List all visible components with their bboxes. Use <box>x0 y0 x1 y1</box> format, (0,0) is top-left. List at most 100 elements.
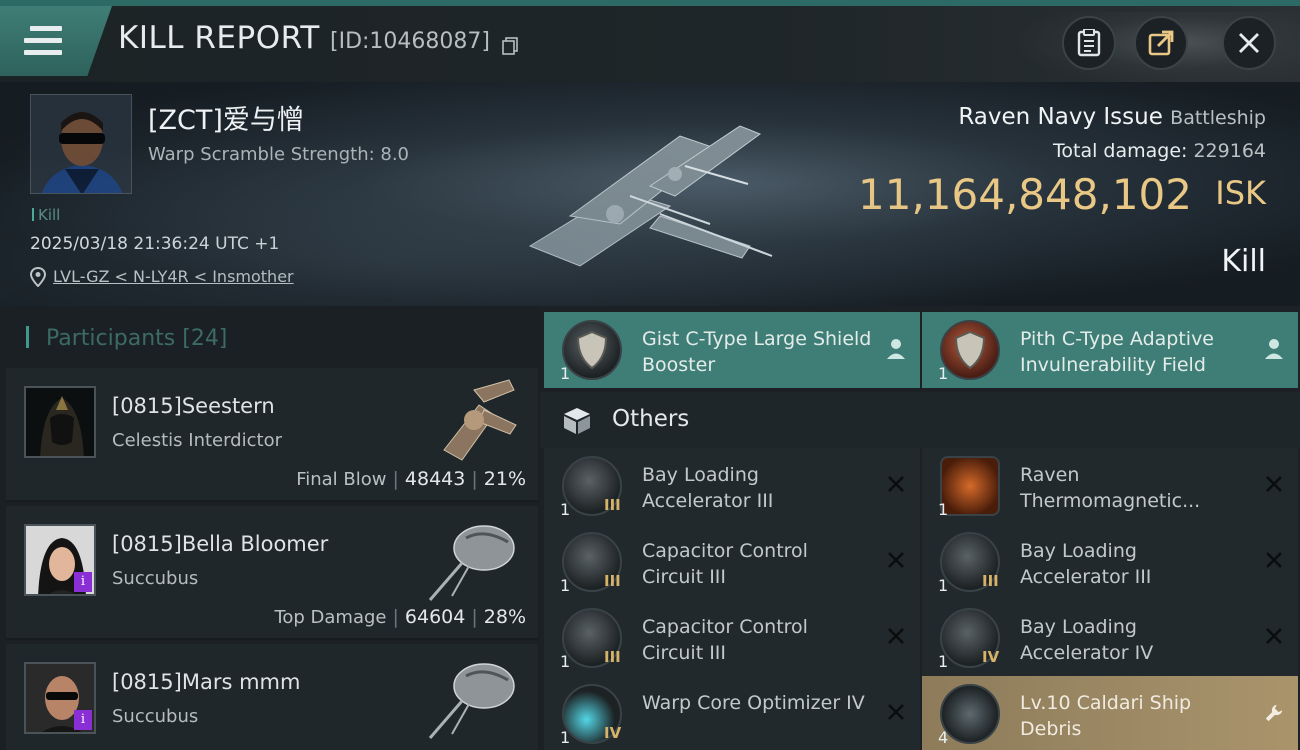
item-quantity: 1 <box>560 364 571 383</box>
destroyed-x-icon <box>1266 552 1282 568</box>
item-tier: IV <box>604 724 622 742</box>
participants-header: Participants [24] <box>26 326 227 351</box>
item-tier: III <box>982 572 999 590</box>
participant-ship-image <box>428 525 515 601</box>
dropped-item[interactable]: 1 IV Bay Loading Accelerator IV <box>922 600 1298 676</box>
participant-ship-image <box>428 663 515 739</box>
participant-row[interactable]: i [0815]Bella Bloomer Succubus Top Damag… <box>6 506 538 640</box>
others-section-header: Others <box>540 392 1300 448</box>
item-name: Bay Loading Accelerator IV <box>1020 616 1154 664</box>
clipboard-icon <box>1077 29 1101 57</box>
wrench-icon <box>1265 704 1283 722</box>
victim-ship[interactable]: Raven Navy Issue Battleship <box>958 104 1266 130</box>
close-icon <box>1239 33 1259 53</box>
cargo-box-icon <box>564 408 590 434</box>
victim-portrait[interactable] <box>30 94 132 194</box>
item-name: Capacitor Control Circuit III <box>642 540 808 588</box>
item-name: Warp Core Optimizer IV <box>642 692 865 714</box>
item-tier: III <box>604 496 621 514</box>
item-tier: III <box>604 572 621 590</box>
participants-count: [24] <box>182 326 228 351</box>
stat-percent: 28% <box>483 606 526 628</box>
others-label: Others <box>612 406 690 432</box>
items-panel: 1 Gist C-Type Large Shield Booster 1 Pit… <box>540 306 1300 750</box>
dropped-item[interactable]: 1 III Bay Loading Accelerator III <box>922 524 1298 600</box>
dropped-item[interactable]: 4 Lv.10 Caldari Ship Debris <box>922 676 1298 750</box>
item-name: Bay Loading Accelerator III <box>1020 540 1152 588</box>
stat-damage: 48443 <box>404 468 466 490</box>
item-quantity: 1 <box>938 364 949 383</box>
location-pin-icon <box>30 267 46 287</box>
total-damage-value: 229164 <box>1193 140 1266 162</box>
invulnerability-field-icon <box>940 320 1000 380</box>
stat-label: Top Damage <box>274 607 387 628</box>
ship-class: Battleship <box>1170 107 1266 129</box>
item-quantity: 4 <box>938 728 949 747</box>
item-quantity: 1 <box>938 500 949 519</box>
participant-row[interactable]: [0815]Seestern Celestis Interdictor Fina… <box>6 368 538 502</box>
victim-ship-image <box>528 125 773 267</box>
hamburger-menu-icon[interactable] <box>24 26 62 60</box>
pilot-icon <box>887 339 905 359</box>
participant-stats: Final Blow | 48443 | 21% <box>296 468 526 490</box>
fitted-item[interactable]: 1 Gist C-Type Large Shield Booster <box>544 312 920 388</box>
kill-timestamp: 2025/03/18 21:36:24 UTC +1 <box>30 234 280 254</box>
participant-name: [0815]Bella Bloomer <box>112 532 329 556</box>
dropped-item[interactable]: 1 IV Warp Core Optimizer IV <box>544 676 920 750</box>
stat-percent: 21% <box>483 468 526 490</box>
location-link[interactable]: LVL-GZ < N-LY4R < Insmother <box>53 267 294 286</box>
dropped-item[interactable]: 1 Raven Thermomagnetic... <box>922 448 1298 524</box>
victim-name[interactable]: [ZCT]爱与憎 <box>148 98 304 137</box>
isk-unit: ISK <box>1215 174 1266 212</box>
participant-stats: Top Damage | 64604 | 28% <box>274 606 526 628</box>
total-damage: Total damage: 229164 <box>1053 140 1266 162</box>
shield-booster-icon <box>562 320 622 380</box>
ship-name: Raven Navy Issue <box>958 104 1163 130</box>
stat-damage: 64604 <box>404 606 466 628</box>
item-quantity: 1 <box>560 500 571 519</box>
thermomagnetic-blueprint-icon <box>940 456 1000 516</box>
participant-row[interactable]: i [0815]Mars mmm Succubus <box>6 644 538 750</box>
clipboard-button[interactable] <box>1062 16 1116 70</box>
info-badge: i <box>74 710 92 730</box>
destroyed-x-icon <box>1266 628 1282 644</box>
close-button[interactable] <box>1222 16 1276 70</box>
item-name: Gist C-Type Large Shield Booster <box>642 328 872 376</box>
participant-name: [0815]Seestern <box>112 394 275 418</box>
item-name: Pith C-Type Adaptive Invulnerability Fie… <box>1020 328 1214 376</box>
participant-ship: Succubus <box>112 568 199 589</box>
participants-panel: Participants [24] [0815]Seestern Celesti… <box>0 306 540 750</box>
destroyed-x-icon <box>1266 476 1282 492</box>
item-tier: III <box>604 648 621 666</box>
destroyed-x-icon <box>888 476 904 492</box>
fitted-item[interactable]: 1 Pith C-Type Adaptive Invulnerability F… <box>922 312 1298 388</box>
total-damage-label: Total damage: <box>1053 140 1188 162</box>
copy-icon[interactable] <box>502 37 518 55</box>
participant-ship: Celestis Interdictor <box>112 430 282 451</box>
stat-label: Final Blow <box>296 469 387 490</box>
destroyed-x-icon <box>888 704 904 720</box>
item-quantity: 1 <box>938 652 949 671</box>
avatar <box>24 386 96 458</box>
isk-value: 11,164,848,102 <box>858 170 1192 219</box>
warp-scramble-strength: Warp Scramble Strength: 8.0 <box>148 144 410 165</box>
item-name: Raven Thermomagnetic... <box>1020 464 1201 512</box>
dropped-item[interactable]: 1 III Capacitor Control Circuit III <box>544 524 920 600</box>
dropped-item[interactable]: 1 III Bay Loading Accelerator III <box>544 448 920 524</box>
participant-ship-image <box>443 379 517 461</box>
victim-avatar <box>31 95 131 193</box>
dropped-item[interactable]: 1 III Capacitor Control Circuit III <box>544 600 920 676</box>
item-name: Lv.10 Caldari Ship Debris <box>1020 692 1192 740</box>
item-quantity: 1 <box>560 652 571 671</box>
report-id: [ID:10468087] <box>330 29 490 54</box>
victim-banner: [ZCT]爱与憎 Warp Scramble Strength: 8.0 Kil… <box>0 82 1300 306</box>
participant-ship: Succubus <box>112 706 199 727</box>
item-quantity: 1 <box>560 576 571 595</box>
result-label: Kill <box>1221 244 1266 279</box>
destroyed-x-icon <box>888 552 904 568</box>
item-name: Bay Loading Accelerator III <box>642 464 774 512</box>
share-button[interactable] <box>1134 16 1188 70</box>
participants-label: Participants <box>46 326 176 351</box>
item-quantity: 1 <box>938 576 949 595</box>
info-badge: i <box>74 572 92 592</box>
